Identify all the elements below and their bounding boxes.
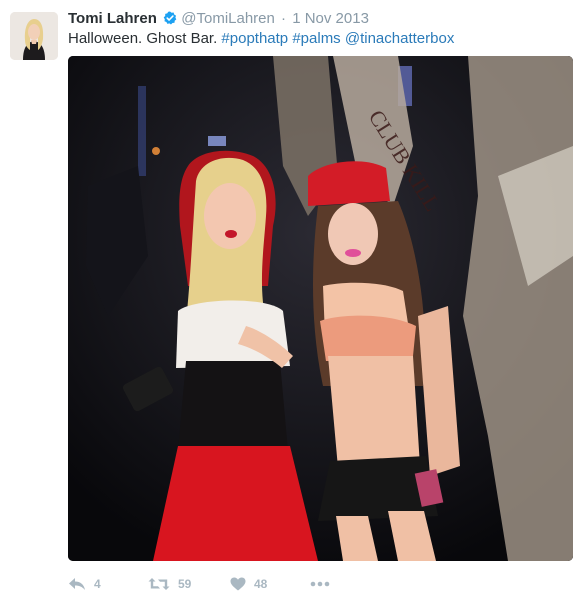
- tweet-timestamp[interactable]: 1 Nov 2013: [292, 10, 369, 27]
- verified-badge-icon: [163, 11, 177, 25]
- retweet-button[interactable]: 59: [148, 577, 230, 591]
- avatar[interactable]: [10, 12, 58, 60]
- author-name[interactable]: Tomi Lahren: [68, 10, 157, 27]
- retweet-count: 59: [178, 577, 192, 591]
- tweet-text-plain: Halloween. Ghost Bar.: [68, 30, 218, 47]
- like-count: 48: [254, 577, 268, 591]
- heart-icon: [230, 577, 246, 591]
- hashtag-link[interactable]: #palms: [292, 30, 340, 47]
- tweet-text: Halloween. Ghost Bar. #popthatp #palms @…: [68, 29, 454, 49]
- tweet-photo[interactable]: CLUB KILL: [68, 56, 573, 561]
- hashtag-link[interactable]: #popthatp: [221, 30, 288, 47]
- more-button[interactable]: [310, 581, 340, 587]
- reply-count: 4: [94, 577, 101, 591]
- tweet-actions: 4 59 48: [68, 572, 340, 596]
- tweet-card: Tomi Lahren @TomiLahren · 1 Nov 2013 Hal…: [0, 0, 583, 605]
- like-button[interactable]: 48: [230, 577, 310, 591]
- retweet-icon: [148, 577, 170, 591]
- tweet-header: Tomi Lahren @TomiLahren · 1 Nov 2013: [68, 9, 369, 29]
- mention-link[interactable]: @tinachatterbox: [345, 30, 454, 47]
- ellipsis-icon: [310, 581, 330, 587]
- reply-button[interactable]: 4: [68, 577, 148, 591]
- author-handle[interactable]: @TomiLahren: [181, 10, 275, 27]
- header-separator: ·: [281, 10, 287, 27]
- reply-icon: [68, 577, 86, 591]
